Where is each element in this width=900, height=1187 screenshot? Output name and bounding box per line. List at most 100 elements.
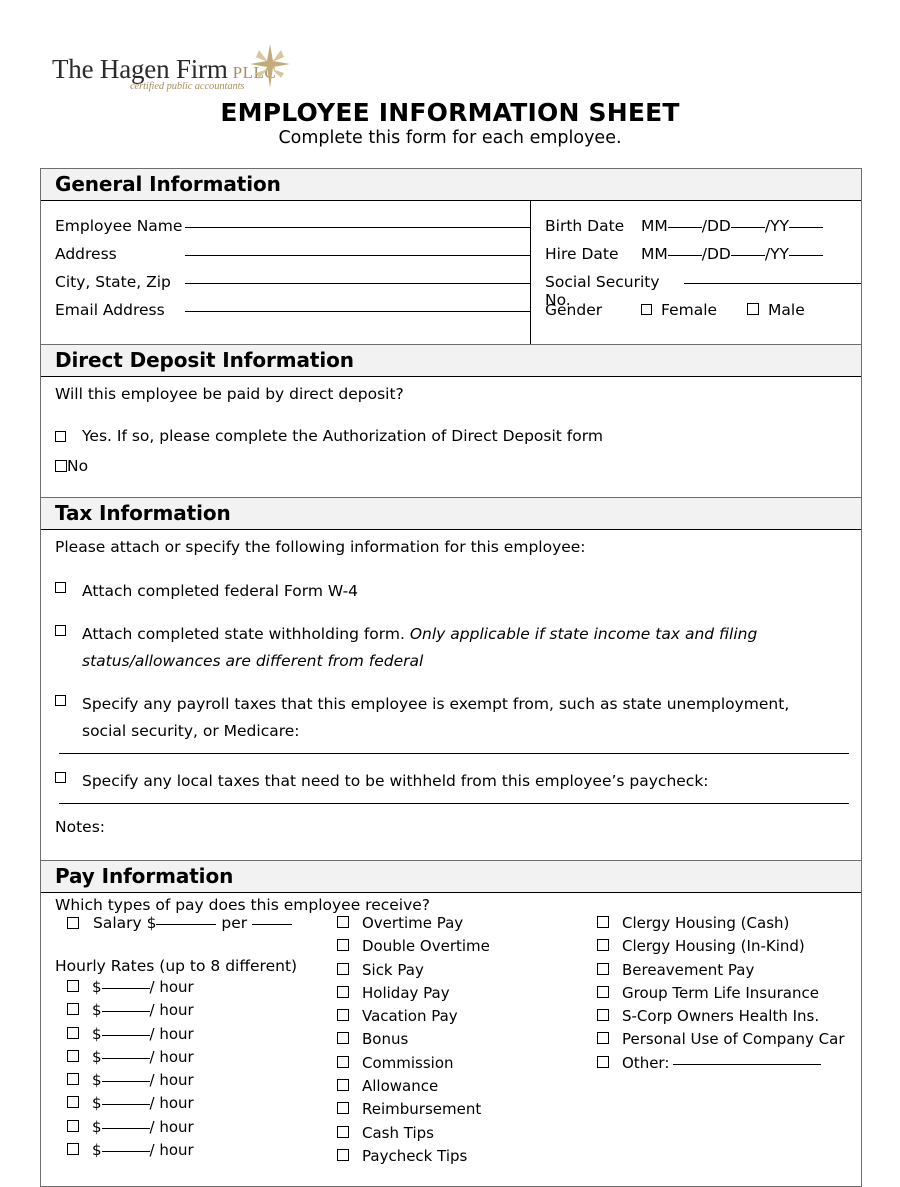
hourly-rate-blank[interactable] [101,1011,150,1013]
dd-blank[interactable] [730,255,765,256]
pay-option-hourly-rate[interactable]: $ / hour [55,978,337,1001]
gender-option-male[interactable]: Male [747,301,805,319]
tax-item-federal-w4[interactable]: Attach completed federal Form W-4 [55,578,861,605]
checkbox-icon[interactable] [337,1148,349,1161]
pay-option-reimbursement[interactable]: Reimbursement [337,1100,597,1123]
yy-blank[interactable] [789,227,824,228]
pay-option-paycheck-tips[interactable]: Paycheck Tips [337,1147,597,1170]
checkbox-icon[interactable] [67,1026,79,1039]
write-in-line[interactable] [185,311,530,312]
gender-option-female[interactable]: Female [641,301,717,319]
pay-option-clergy-housing-cash[interactable]: Clergy Housing (Cash) [597,914,861,937]
tax-item-exempt-taxes[interactable]: Specify any payroll taxes that this empl… [55,691,861,745]
hourly-rate-blank[interactable] [101,1127,150,1129]
checkbox-icon[interactable] [67,1049,79,1062]
pay-option-hourly-rate[interactable]: $ / hour [55,1094,337,1117]
salary-amount-blank[interactable] [156,924,217,925]
checkbox-icon[interactable] [337,1032,349,1045]
pay-option-hourly-rate[interactable]: $ / hour [55,1001,337,1024]
checkbox-icon[interactable] [747,303,760,315]
pay-option-allowance[interactable]: Allowance [337,1077,597,1100]
pay-option-clergy-housing-in-kind[interactable]: Clergy Housing (In-Kind) [597,937,861,960]
pay-option-group-term-life-insurance[interactable]: Group Term Life Insurance [597,984,861,1007]
pay-option-s-corp-owners-health-ins[interactable]: S-Corp Owners Health Ins. [597,1007,861,1030]
hourly-rate-blank[interactable] [101,1104,150,1106]
field-social-security-number[interactable]: Social Security No. [545,273,861,309]
mm-blank[interactable] [667,255,702,256]
field-city-state-zip[interactable]: City, State, Zip [55,273,530,301]
field-employee-name[interactable]: Employee Name [55,217,530,245]
hourly-rate-blank[interactable] [101,1151,150,1153]
checkbox-icon[interactable] [597,916,609,928]
direct-deposit-option-yes[interactable]: Yes. If so, please complete the Authoriz… [55,427,861,457]
checkbox-icon[interactable] [67,1073,79,1086]
tax-item-state-withholding[interactable]: Attach completed state withholding form.… [55,621,861,675]
write-in-line[interactable] [683,283,861,284]
checkbox-icon[interactable] [337,916,349,928]
checkbox-icon[interactable] [597,1009,609,1022]
pay-option-sick-pay[interactable]: Sick Pay [337,961,597,984]
hourly-rate-blank[interactable] [101,1034,150,1036]
pay-option-vacation-pay[interactable]: Vacation Pay [337,1007,597,1030]
pay-option-other[interactable]: Other: [597,1054,861,1077]
date-pattern[interactable]: MM/DD/YY [641,217,824,235]
yy-blank[interactable] [789,255,824,256]
hourly-rate-blank[interactable] [101,1081,150,1083]
checkbox-icon[interactable] [55,431,66,442]
checkbox-icon[interactable] [337,1102,349,1115]
checkbox-icon[interactable] [55,625,66,636]
pay-option-bereavement-pay[interactable]: Bereavement Pay [597,961,861,984]
pay-option-hourly-rate[interactable]: $ / hour [55,1071,337,1094]
checkbox-icon[interactable] [55,582,66,593]
pay-option-commission[interactable]: Commission [337,1054,597,1077]
pay-option-cash-tips[interactable]: Cash Tips [337,1124,597,1147]
field-address[interactable]: Address [55,245,530,273]
pay-option-personal-use-of-company-car[interactable]: Personal Use of Company Car [597,1030,861,1053]
pay-option-salary[interactable]: Salary $ per [55,914,337,939]
checkbox-icon[interactable] [337,985,349,998]
checkbox-icon[interactable] [67,1143,79,1156]
pay-option-hourly-rate[interactable]: $ / hour [55,1118,337,1141]
checkbox-icon[interactable] [67,1096,79,1109]
pay-option-overtime-pay[interactable]: Overtime Pay [337,914,597,937]
checkbox-icon[interactable] [67,980,79,992]
checkbox-icon[interactable] [337,962,349,975]
checkbox-icon[interactable] [597,1032,609,1045]
field-gender[interactable]: Gender Female Male [545,301,861,329]
pay-option-bonus[interactable]: Bonus [337,1030,597,1053]
checkbox-icon[interactable] [67,1003,79,1016]
write-in-line[interactable] [185,255,530,256]
checkbox-icon[interactable] [55,695,66,706]
field-email-address[interactable]: Email Address [55,301,530,329]
date-pattern[interactable]: MM/DD/YY [641,245,824,263]
salary-period-blank[interactable] [252,924,293,925]
write-in-line-exempt-taxes[interactable] [59,753,849,754]
checkbox-icon[interactable] [55,460,67,472]
mm-blank[interactable] [667,227,702,228]
checkbox-icon[interactable] [597,1055,609,1068]
direct-deposit-option-no[interactable]: No [55,457,861,487]
checkbox-icon[interactable] [337,1079,349,1092]
checkbox-icon[interactable] [337,1125,349,1138]
checkbox-icon[interactable] [337,939,349,952]
write-in-line[interactable] [185,283,530,284]
checkbox-icon[interactable] [55,772,66,783]
checkbox-icon[interactable] [641,304,652,315]
dd-blank[interactable] [730,227,765,228]
checkbox-icon[interactable] [337,1055,349,1068]
checkbox-icon[interactable] [597,985,609,998]
write-in-line[interactable] [185,227,530,228]
pay-option-holiday-pay[interactable]: Holiday Pay [337,984,597,1007]
other-pay-blank[interactable] [673,1063,822,1065]
field-birth-date[interactable]: Birth Date MM/DD/YY [545,217,861,245]
checkbox-icon[interactable] [597,939,609,952]
pay-option-hourly-rate[interactable]: $ / hour [55,1048,337,1071]
pay-option-hourly-rate[interactable]: $ / hour [55,1141,337,1164]
checkbox-icon[interactable] [597,962,609,975]
pay-option-hourly-rate[interactable]: $ / hour [55,1025,337,1048]
checkbox-icon[interactable] [337,1009,349,1022]
write-in-line-local-taxes[interactable] [59,803,849,804]
field-hire-date[interactable]: Hire Date MM/DD/YY [545,245,861,273]
tax-item-local-taxes[interactable]: Specify any local taxes that need to be … [55,768,861,795]
checkbox-icon[interactable] [67,917,79,929]
